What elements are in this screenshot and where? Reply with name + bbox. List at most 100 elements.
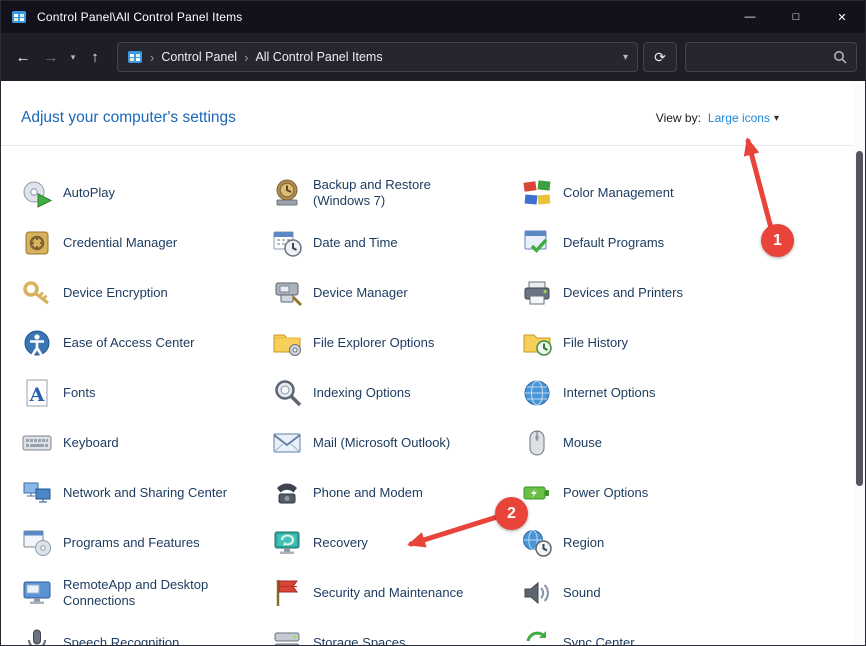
item-label: Date and Time bbox=[313, 235, 398, 251]
navigation-bar: ← → ▾ ↑ › Control Panel › All Control Pa… bbox=[1, 33, 865, 81]
annotation-step-2-badge: 2 bbox=[495, 497, 528, 530]
recent-locations-chevron-icon[interactable]: ▾ bbox=[65, 43, 81, 71]
control-panel-item-ease-of-access[interactable]: Ease of Access Center bbox=[21, 318, 271, 368]
mouse-icon bbox=[521, 427, 553, 459]
sound-icon bbox=[521, 577, 553, 609]
item-label: Recovery bbox=[313, 535, 368, 551]
minimize-button[interactable]: — bbox=[727, 1, 773, 33]
control-panel-item-color-management[interactable]: Color Management bbox=[521, 168, 771, 218]
breadcrumb-control-panel[interactable]: Control Panel bbox=[161, 50, 237, 64]
titlebar: Control Panel\All Control Panel Items — … bbox=[1, 1, 865, 33]
refresh-button[interactable]: ⟳ bbox=[643, 42, 677, 72]
control-panel-item-mouse[interactable]: Mouse bbox=[521, 418, 771, 468]
item-label: Security and Maintenance bbox=[313, 585, 463, 601]
item-label: Device Manager bbox=[313, 285, 408, 301]
recovery-icon bbox=[271, 527, 303, 559]
control-panel-item-power-options[interactable]: Power Options bbox=[521, 468, 771, 518]
scrollbar-thumb[interactable] bbox=[856, 151, 863, 486]
item-label: File Explorer Options bbox=[313, 335, 434, 351]
search-icon bbox=[833, 50, 847, 64]
breadcrumb-all-control-panel-items[interactable]: All Control Panel Items bbox=[255, 50, 382, 64]
device-manager-icon bbox=[271, 277, 303, 309]
content-area: Adjust your computer's settings View by:… bbox=[1, 81, 865, 646]
page-title: Adjust your computer's settings bbox=[21, 109, 236, 127]
item-label: Color Management bbox=[563, 185, 674, 201]
control-panel-item-backup-restore[interactable]: Backup and Restore (Windows 7) bbox=[271, 168, 521, 218]
address-bar[interactable]: › Control Panel › All Control Panel Item… bbox=[117, 42, 638, 72]
control-panel-item-sync-center[interactable]: Sync Center bbox=[521, 618, 771, 646]
items-grid: AutoPlay Backup and Restore (Windows 7) Co… bbox=[1, 146, 865, 646]
control-panel-item-date-time[interactable]: Date and Time bbox=[271, 218, 521, 268]
up-button[interactable]: ↑ bbox=[81, 43, 109, 71]
view-by-group: View by: Large icons ▾ bbox=[656, 111, 779, 125]
control-panel-item-phone-modem[interactable]: Phone and Modem bbox=[271, 468, 521, 518]
control-panel-item-indexing-options[interactable]: Indexing Options bbox=[271, 368, 521, 418]
control-panel-item-device-encryption[interactable]: Device Encryption bbox=[21, 268, 271, 318]
item-label: Fonts bbox=[63, 385, 96, 401]
maximize-button[interactable]: □ bbox=[773, 1, 819, 33]
close-button[interactable]: ✕ bbox=[819, 1, 865, 33]
control-panel-item-default-programs[interactable]: Default Programs bbox=[521, 218, 771, 268]
control-panel-item-internet-options[interactable]: Internet Options bbox=[521, 368, 771, 418]
item-label: Internet Options bbox=[563, 385, 656, 401]
control-panel-item-programs-features[interactable]: Programs and Features bbox=[21, 518, 271, 568]
control-panel-item-autoplay[interactable]: AutoPlay bbox=[21, 168, 271, 218]
search-box[interactable] bbox=[685, 42, 857, 72]
control-panel-item-file-history[interactable]: File History bbox=[521, 318, 771, 368]
control-panel-icon bbox=[127, 49, 143, 65]
window-controls: — □ ✕ bbox=[727, 1, 865, 33]
region-icon bbox=[521, 527, 553, 559]
control-panel-item-devices-printers[interactable]: Devices and Printers bbox=[521, 268, 771, 318]
indexing-options-icon bbox=[271, 377, 303, 409]
control-panel-item-network-sharing[interactable]: Network and Sharing Center bbox=[21, 468, 271, 518]
control-panel-item-fonts[interactable]: AFonts bbox=[21, 368, 271, 418]
scrollbar[interactable] bbox=[853, 81, 865, 646]
breadcrumb-separator: › bbox=[150, 50, 154, 65]
credential-manager-icon bbox=[21, 227, 53, 259]
file-explorer-options-icon bbox=[271, 327, 303, 359]
keyboard-icon bbox=[21, 427, 53, 459]
color-management-icon bbox=[521, 177, 553, 209]
item-label: AutoPlay bbox=[63, 185, 115, 201]
item-label: Ease of Access Center bbox=[63, 335, 195, 351]
view-by-value[interactable]: Large icons bbox=[708, 111, 770, 125]
control-panel-item-device-manager[interactable]: Device Manager bbox=[271, 268, 521, 318]
view-by-dropdown[interactable]: Large icons ▾ bbox=[708, 111, 779, 125]
control-panel-item-region[interactable]: Region bbox=[521, 518, 771, 568]
forward-button[interactable]: → bbox=[37, 43, 65, 71]
ease-of-access-icon bbox=[21, 327, 53, 359]
control-panel-icon bbox=[11, 9, 29, 25]
control-panel-item-speech-recognition[interactable]: Speech Recognition bbox=[21, 618, 271, 646]
item-label: Credential Manager bbox=[63, 235, 177, 251]
internet-options-icon bbox=[521, 377, 553, 409]
control-panel-item-keyboard[interactable]: Keyboard bbox=[21, 418, 271, 468]
search-input[interactable] bbox=[695, 50, 833, 64]
control-panel-item-mail[interactable]: Mail (Microsoft Outlook) bbox=[271, 418, 521, 468]
control-panel-item-sound[interactable]: Sound bbox=[521, 568, 771, 618]
control-panel-item-file-explorer-options[interactable]: File Explorer Options bbox=[271, 318, 521, 368]
file-history-icon bbox=[521, 327, 553, 359]
control-panel-item-credential-manager[interactable]: Credential Manager bbox=[21, 218, 271, 268]
item-label: Default Programs bbox=[563, 235, 664, 251]
item-label: Phone and Modem bbox=[313, 485, 423, 501]
item-label: Power Options bbox=[563, 485, 648, 501]
view-by-label: View by: bbox=[656, 111, 701, 125]
storage-spaces-icon bbox=[271, 627, 303, 646]
item-label: Network and Sharing Center bbox=[63, 485, 227, 501]
back-button[interactable]: ← bbox=[9, 43, 37, 71]
item-label: Device Encryption bbox=[63, 285, 168, 301]
chevron-down-icon: ▾ bbox=[774, 113, 779, 124]
control-panel-item-security-maintenance[interactable]: Security and Maintenance bbox=[271, 568, 521, 618]
control-panel-item-remoteapp[interactable]: RemoteApp and Desktop Connections bbox=[21, 568, 271, 618]
breadcrumb-separator: › bbox=[244, 50, 248, 65]
content-header: Adjust your computer's settings View by:… bbox=[1, 81, 865, 145]
network-sharing-icon bbox=[21, 477, 53, 509]
control-panel-item-recovery[interactable]: Recovery bbox=[271, 518, 521, 568]
address-dropdown-icon[interactable]: ▾ bbox=[623, 52, 628, 63]
phone-modem-icon bbox=[271, 477, 303, 509]
item-label: Programs and Features bbox=[63, 535, 200, 551]
item-label: Mail (Microsoft Outlook) bbox=[313, 435, 450, 451]
item-label: Backup and Restore (Windows 7) bbox=[313, 177, 491, 210]
item-label: Region bbox=[563, 535, 604, 551]
control-panel-item-storage-spaces[interactable]: Storage Spaces bbox=[271, 618, 521, 646]
